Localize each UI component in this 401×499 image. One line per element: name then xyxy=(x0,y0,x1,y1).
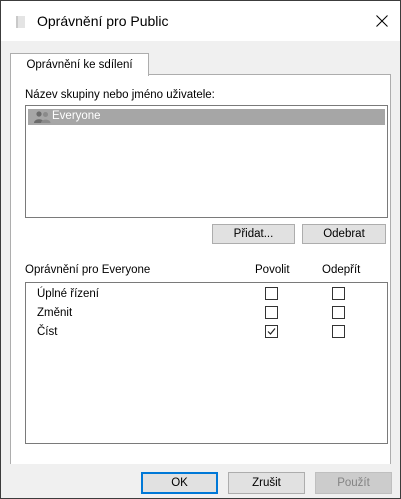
add-button[interactable]: Přidat... xyxy=(212,224,295,244)
perm-label-change: Změnit xyxy=(37,307,73,319)
close-icon xyxy=(376,15,388,27)
deny-change-checkbox[interactable] xyxy=(332,306,345,319)
allow-read-checkbox[interactable] xyxy=(265,325,278,338)
checkmark-icon xyxy=(267,328,276,335)
ok-button[interactable]: OK xyxy=(141,472,218,494)
close-button[interactable] xyxy=(368,7,396,35)
group-section-label: Název skupiny nebo jméno uživatele: xyxy=(25,89,215,101)
allow-column-header: Povolit xyxy=(255,264,290,276)
folder-icon xyxy=(16,16,25,28)
remove-button[interactable]: Odebrat xyxy=(302,224,386,244)
permissions-title: Oprávnění pro Everyone xyxy=(25,264,151,276)
list-item-everyone[interactable]: Everyone xyxy=(28,109,385,125)
allow-change-checkbox[interactable] xyxy=(265,306,278,319)
deny-column-header: Odepřít xyxy=(322,264,361,276)
users-icon xyxy=(34,111,51,123)
group-user-list[interactable]: Everyone xyxy=(25,105,388,218)
title-bar: Oprávnění pro Public xyxy=(1,1,400,41)
permissions-dialog: Oprávnění pro Public Oprávnění ke sdílen… xyxy=(0,0,401,499)
perm-label-read: Číst xyxy=(37,326,58,338)
window-title: Oprávnění pro Public xyxy=(37,13,169,29)
cancel-button[interactable]: Zrušit xyxy=(228,472,305,494)
perm-label-full-control: Úplné řízení xyxy=(37,288,100,300)
tab-label: Oprávnění ke sdílení xyxy=(26,59,133,71)
apply-button[interactable]: Použít xyxy=(315,472,392,494)
list-item-label: Everyone xyxy=(52,110,101,122)
deny-read-checkbox[interactable] xyxy=(332,325,345,338)
deny-full-control-checkbox[interactable] xyxy=(332,287,345,300)
tab-share-permissions[interactable]: Oprávnění ke sdílení xyxy=(10,53,149,76)
allow-full-control-checkbox[interactable] xyxy=(265,287,278,300)
